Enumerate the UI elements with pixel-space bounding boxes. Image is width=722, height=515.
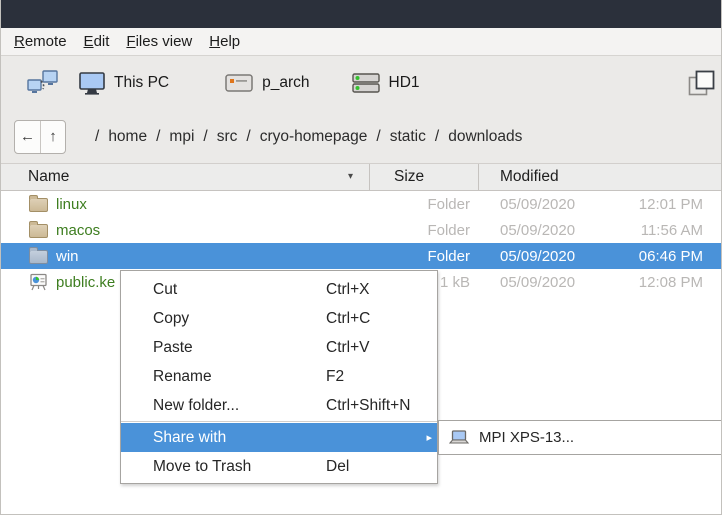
drive-icon <box>351 72 380 94</box>
breadcrumb-home[interactable]: home <box>108 128 147 146</box>
submenu-item-mpi-xps13[interactable]: MPI XPS-13... <box>449 429 574 446</box>
file-name: linux <box>56 195 87 213</box>
table-row-macos[interactable]: macos Folder 05/09/2020 11:56 AM <box>1 217 721 243</box>
menu-item-label: Copy <box>153 309 190 327</box>
toolbar: This PC p_arch HD1 <box>1 56 721 110</box>
file-time: 06:46 PM <box>638 247 703 265</box>
column-header-modified[interactable]: Modified <box>500 168 559 186</box>
file-date: 05/09/2020 <box>500 247 576 265</box>
file-size: Folder <box>427 195 470 213</box>
table-row-win[interactable]: win Folder 05/09/2020 06:46 PM <box>1 243 721 269</box>
breadcrumb: / home / mpi / src / cryo-homepage / sta… <box>86 128 522 146</box>
path-separator: / <box>156 127 161 145</box>
file-size: Folder <box>427 221 470 239</box>
remote-link-icon[interactable] <box>27 68 59 98</box>
menu-item-label: Paste <box>153 338 193 356</box>
file-name: public.ke <box>56 273 116 291</box>
menu-item-rename[interactable]: Rename F2 <box>121 362 437 391</box>
navigation-bar: ← ↑ / home / mpi / src / cryo-homepage /… <box>1 110 721 163</box>
menu-item-paste[interactable]: Paste Ctrl+V <box>121 333 437 362</box>
menu-help[interactable]: Help <box>209 33 240 50</box>
folder-icon <box>29 195 48 212</box>
column-header-size[interactable]: Size <box>394 168 424 186</box>
menu-item-new-folder[interactable]: New folder... Ctrl+Shift+N <box>121 391 437 420</box>
hd1-button[interactable]: HD1 <box>351 72 420 94</box>
menu-item-label: Rename <box>153 367 212 385</box>
menu-item-label: New folder... <box>153 396 240 414</box>
menu-item-label: Share with <box>153 428 227 446</box>
this-pc-button[interactable]: This PC <box>79 71 170 95</box>
nav-button-group: ← ↑ <box>14 119 66 154</box>
breadcrumb-static[interactable]: static <box>390 128 426 146</box>
file-date: 05/09/2020 <box>500 195 576 213</box>
menu-remote[interactable]: Remote <box>14 33 67 50</box>
menu-item-copy[interactable]: Copy Ctrl+C <box>121 304 437 333</box>
breadcrumb-cryo-homepage[interactable]: cryo-homepage <box>260 128 368 146</box>
p-arch-label: p_arch <box>262 74 310 91</box>
list-header: Name ▾ Size Modified <box>1 163 721 191</box>
back-icon: ← <box>20 128 35 145</box>
file-time: 11:56 AM <box>640 221 703 239</box>
laptop-icon <box>449 430 470 445</box>
menu-item-shortcut: Ctrl+X <box>326 280 370 298</box>
menu-item-shortcut: F2 <box>326 367 345 385</box>
back-button[interactable]: ← <box>15 121 40 153</box>
file-name: win <box>56 247 79 265</box>
submenu-item-label: MPI XPS-13... <box>479 429 575 446</box>
column-divider[interactable] <box>369 164 370 191</box>
path-separator: / <box>376 127 381 145</box>
sort-desc-icon[interactable]: ▾ <box>348 171 353 182</box>
menu-item-shortcut: Ctrl+C <box>326 309 371 327</box>
menu-item-cut[interactable]: Cut Ctrl+X <box>121 275 437 304</box>
up-icon: ↑ <box>49 128 57 145</box>
file-name: macos <box>56 221 101 239</box>
breadcrumb-downloads[interactable]: downloads <box>448 128 522 146</box>
breadcrumb-mpi[interactable]: mpi <box>169 128 194 146</box>
folder-icon <box>29 221 48 238</box>
table-row-linux[interactable]: linux Folder 05/09/2020 12:01 PM <box>1 191 721 217</box>
menu-item-shortcut: Del <box>326 457 350 475</box>
path-separator: / <box>203 127 208 145</box>
submenu-arrow-icon: ▸ <box>426 432 432 444</box>
column-header-name[interactable]: Name <box>28 168 69 186</box>
file-time: 12:08 PM <box>638 273 703 291</box>
folder-icon <box>29 247 48 264</box>
menu-item-shortcut: Ctrl+V <box>326 338 370 356</box>
hd1-label: HD1 <box>388 74 420 91</box>
menu-item-label: Move to Trash <box>153 457 252 475</box>
up-button[interactable]: ↑ <box>40 120 65 153</box>
context-menu: Cut Ctrl+X Copy Ctrl+C Paste Ctrl+V Rena… <box>120 270 438 484</box>
menu-item-label: Cut <box>153 280 178 298</box>
path-separator: / <box>95 127 100 145</box>
terminal-icon <box>225 73 253 93</box>
path-separator: / <box>246 127 251 145</box>
file-date: 05/09/2020 <box>500 221 576 239</box>
file-manager-window: Remote Edit Files view Help This PC p_ar… <box>0 0 722 515</box>
share-with-submenu: MPI XPS-13... <box>438 420 721 455</box>
file-date: 05/09/2020 <box>500 273 576 291</box>
breadcrumb-src[interactable]: src <box>217 128 238 146</box>
menu-item-shortcut: Ctrl+Shift+N <box>326 396 411 414</box>
presentation-icon <box>29 273 48 291</box>
copy-icon[interactable] <box>687 69 715 97</box>
title-bar <box>1 0 721 28</box>
menu-bar: Remote Edit Files view Help <box>1 28 721 56</box>
menu-separator <box>121 421 437 422</box>
menu-item-move-to-trash[interactable]: Move to Trash Del <box>121 452 437 481</box>
menu-edit[interactable]: Edit <box>84 33 110 50</box>
p-arch-button[interactable]: p_arch <box>225 73 310 93</box>
file-size: Folder <box>427 247 470 265</box>
column-divider[interactable] <box>478 164 479 191</box>
monitor-icon <box>79 71 105 95</box>
this-pc-label: This PC <box>114 74 170 91</box>
menu-item-share-with[interactable]: Share with ▸ <box>121 423 437 452</box>
file-time: 12:01 PM <box>638 195 703 213</box>
path-separator: / <box>434 127 440 145</box>
menu-files-view[interactable]: Files view <box>126 33 192 50</box>
